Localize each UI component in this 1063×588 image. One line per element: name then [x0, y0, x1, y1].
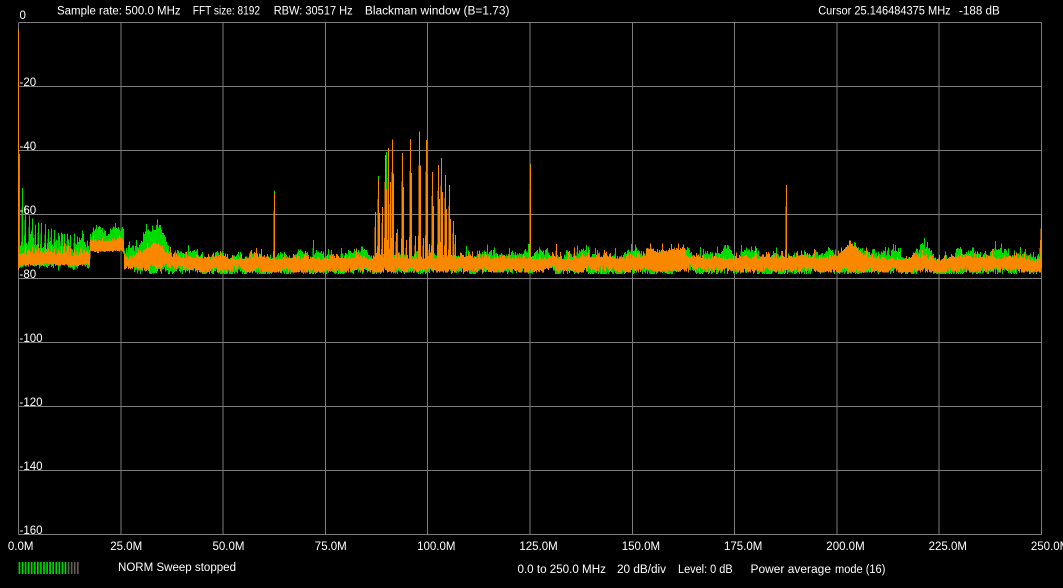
svg-text:RBW: 30517 Hz: RBW: 30517 Hz — [274, 6, 353, 18]
svg-text:150.0M: 150.0M — [622, 541, 660, 553]
svg-text:175.0M: 175.0M — [724, 541, 762, 553]
svg-text:20 dB/div: 20 dB/div — [617, 564, 666, 576]
svg-text:mode (16): mode (16) — [835, 564, 886, 576]
svg-text:-60: -60 — [20, 205, 37, 217]
svg-text:250.0M: 250.0M — [1031, 541, 1063, 553]
svg-text:-100: -100 — [20, 333, 43, 345]
svg-text:-120: -120 — [20, 397, 43, 409]
svg-text:NORM Sweep stopped: NORM Sweep stopped — [118, 562, 236, 574]
svg-text:75.0M: 75.0M — [315, 541, 347, 553]
svg-text:-40: -40 — [20, 141, 37, 153]
svg-text:-140: -140 — [20, 461, 43, 473]
svg-text:-160: -160 — [20, 525, 43, 537]
svg-text:25.0M: 25.0M — [110, 541, 142, 553]
svg-text:Power average: Power average — [751, 564, 832, 576]
svg-text:Cursor 25.146484375 MHz: Cursor 25.146484375 MHz — [818, 6, 951, 18]
svg-text:100.0M: 100.0M — [417, 541, 455, 553]
svg-text:50.0M: 50.0M — [213, 541, 245, 553]
svg-text:-188 dB: -188 dB — [959, 6, 1000, 18]
svg-text:Blackman window (B=1.73): Blackman window (B=1.73) — [365, 6, 510, 18]
svg-text:225.0M: 225.0M — [929, 541, 967, 553]
svg-text:-20: -20 — [20, 77, 37, 89]
svg-text:0: 0 — [20, 10, 26, 22]
svg-text:125.0M: 125.0M — [519, 541, 557, 553]
svg-text:0.0 to 250.0 MHz: 0.0 to 250.0 MHz — [518, 564, 607, 576]
svg-text:Level: 0 dB: Level: 0 dB — [678, 564, 733, 576]
svg-text:Sample rate: 500.0 MHz: Sample rate: 500.0 MHz — [57, 6, 181, 18]
svg-text:0.0M: 0.0M — [8, 541, 34, 553]
svg-text:FFT size: 8192: FFT size: 8192 — [193, 6, 260, 18]
svg-text:200.0M: 200.0M — [826, 541, 864, 553]
svg-text:-80: -80 — [20, 269, 37, 281]
